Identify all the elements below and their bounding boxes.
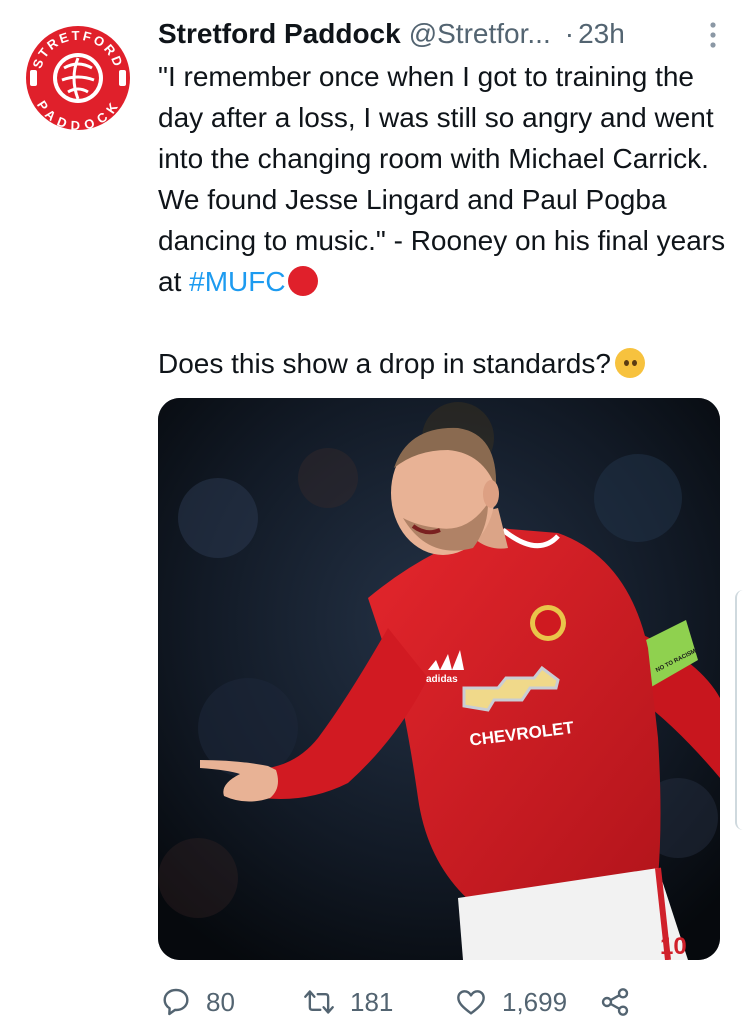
tweet-paragraph: "I remember once when I got to training … <box>158 56 728 302</box>
kit-brand-text: adidas <box>426 674 458 685</box>
retweet-icon <box>304 990 334 1014</box>
separator-dot: · <box>564 18 575 49</box>
tweet-header: Stretford Paddock @Stretfor... · 23h <box>158 14 716 54</box>
tweet-question: Does this show a drop in standards? <box>158 343 728 384</box>
stretford-paddock-logo: STRETFORD PADDOCK <box>26 26 130 133</box>
reply-icon <box>163 988 189 1016</box>
retweet-count: 181 <box>350 986 394 1017</box>
tweet-question-text: Does this show a drop in standards? <box>158 348 611 379</box>
retweet-button[interactable]: 181 <box>302 980 393 1024</box>
footballer-photo-illustration: adidas CHEVROLET NO TO RACISM 10 <box>158 398 720 960</box>
share-button[interactable] <box>598 980 646 1024</box>
avatar[interactable]: STRETFORD PADDOCK <box>24 24 132 133</box>
scrollbar-edge[interactable] <box>735 590 745 830</box>
more-options-icon[interactable] <box>707 20 719 50</box>
tweet-text: "I remember once when I got to training … <box>158 56 728 384</box>
face-emoji-icon <box>614 348 645 378</box>
heart-icon <box>457 990 485 1015</box>
tweet-timestamp[interactable]: 23h <box>578 18 625 50</box>
red-circle-emoji-icon <box>287 266 318 296</box>
author-handle[interactable]: @Stretfor... <box>409 18 551 50</box>
tweet-quote-text: "I remember once when I got to training … <box>158 61 726 297</box>
shirt-number-text: 10 <box>660 933 687 960</box>
author-name[interactable]: Stretford Paddock <box>158 18 401 50</box>
tweet-photo[interactable]: adidas CHEVROLET NO TO RACISM 10 <box>158 398 720 960</box>
like-count: 1,699 <box>502 986 568 1017</box>
reply-count: 80 <box>206 986 235 1017</box>
like-button[interactable]: 1,699 <box>454 980 567 1024</box>
reply-button[interactable]: 80 <box>160 980 235 1024</box>
hashtag-link[interactable]: #MUFC <box>189 266 285 297</box>
tweet-actions: 80 181 1,699 <box>160 980 640 1024</box>
share-icon <box>601 988 629 1016</box>
